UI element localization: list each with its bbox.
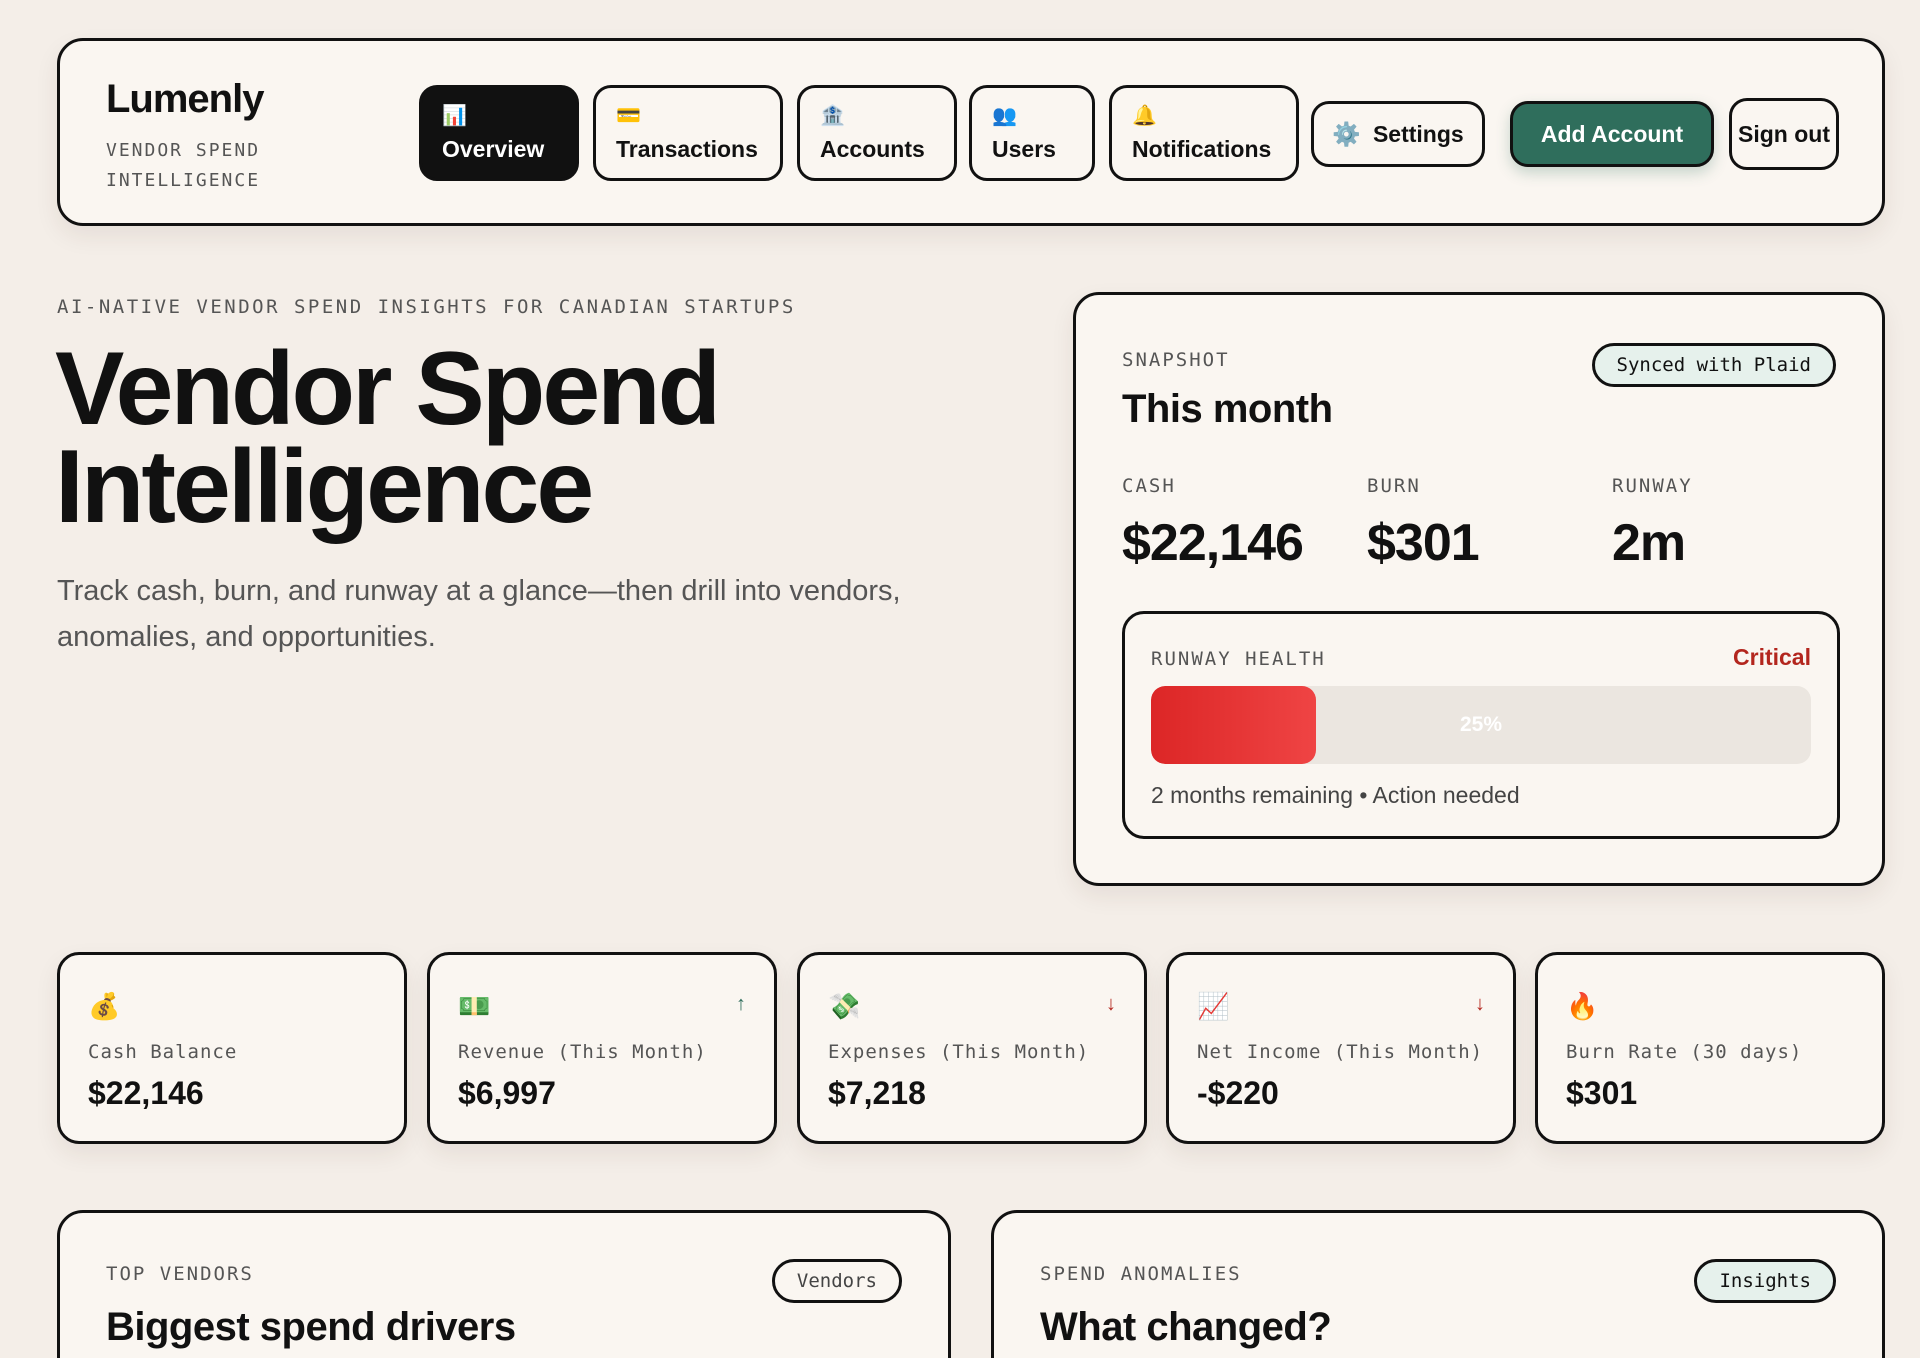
- brand-name: Lumenly: [106, 77, 264, 121]
- stat-card-expenses[interactable]: 💸 ↓ Expenses (This Month) $7,218: [797, 952, 1147, 1144]
- metric-value: $22,146: [1122, 514, 1304, 572]
- top-vendors-panel: TOP VENDORS Biggest spend drivers Vendor…: [57, 1210, 951, 1358]
- stat-label: Cash Balance: [88, 1041, 238, 1063]
- money-with-wings-icon: 💸: [828, 991, 861, 1021]
- metric-label: CASH: [1122, 475, 1176, 497]
- stat-label: Revenue (This Month): [458, 1041, 707, 1063]
- bank-icon: 🏦: [820, 104, 845, 127]
- metric-label: RUNWAY: [1612, 475, 1693, 497]
- money-bag-icon: 💰: [88, 991, 121, 1021]
- nav-accounts[interactable]: 🏦 Accounts: [797, 85, 957, 181]
- hero-eyebrow: AI-NATIVE VENDOR SPEND INSIGHTS FOR CANA…: [57, 296, 796, 318]
- panel-eyebrow: TOP VENDORS: [106, 1263, 254, 1285]
- top-nav-bar: Lumenly VENDOR SPEND INTELLIGENCE 📊 Over…: [57, 38, 1885, 226]
- stat-card-net-income[interactable]: 📈 ↓ Net Income (This Month) -$220: [1166, 952, 1516, 1144]
- runway-health-box: RUNWAY HEALTH Critical 25% 2 months rema…: [1122, 611, 1840, 839]
- stat-label: Net Income (This Month): [1197, 1041, 1484, 1063]
- nav-overview[interactable]: 📊 Overview: [419, 85, 579, 181]
- metric-value: $301: [1367, 514, 1480, 572]
- dollar-bill-icon: 💵: [458, 991, 491, 1021]
- runway-progress-percent: 25%: [1459, 713, 1503, 736]
- trend-down-icon: ↓: [1475, 993, 1485, 1015]
- stat-value: $6,997: [458, 1075, 556, 1111]
- stat-label: Expenses (This Month): [828, 1041, 1090, 1063]
- panel-eyebrow: SPEND ANOMALIES: [1040, 1263, 1242, 1285]
- add-account-button[interactable]: Add Account: [1510, 101, 1714, 167]
- insights-link-badge[interactable]: Insights: [1694, 1259, 1836, 1303]
- page-title-line-1: Vendor Spend: [55, 331, 721, 447]
- brand-tagline: VENDOR SPEND INTELLIGENCE: [106, 140, 261, 191]
- snapshot-card: SNAPSHOT This month Synced with Plaid CA…: [1073, 292, 1885, 886]
- nav-users[interactable]: 👥 Users: [969, 85, 1095, 181]
- hero-subtitle: Track cash, burn, and runway at a glance…: [57, 575, 901, 653]
- settings-label: Settings: [1372, 120, 1464, 147]
- users-icon: 👥: [992, 104, 1017, 127]
- nav-label: Users: [992, 135, 1056, 162]
- sync-status-badge: Synced with Plaid: [1591, 343, 1836, 387]
- gear-icon: ⚙️: [1332, 120, 1361, 147]
- spend-anomalies-panel: SPEND ANOMALIES What changed? Insights: [991, 1210, 1885, 1358]
- metric-label: BURN: [1367, 475, 1421, 497]
- sign-out-button[interactable]: Sign out: [1729, 98, 1839, 170]
- stat-label: Burn Rate (30 days): [1566, 1041, 1803, 1063]
- metric-value: 2m: [1612, 514, 1686, 572]
- snapshot-eyebrow: SNAPSHOT: [1122, 349, 1230, 371]
- metric-cash: CASH $22,146: [1122, 475, 1304, 573]
- panel-title: What changed?: [1040, 1305, 1332, 1349]
- bell-icon: 🔔: [1132, 104, 1157, 127]
- vendors-link-badge[interactable]: Vendors: [771, 1259, 902, 1303]
- fire-icon: 🔥: [1566, 991, 1599, 1021]
- stat-card-cash-balance[interactable]: 💰 Cash Balance $22,146: [57, 952, 407, 1144]
- stat-value: -$220: [1197, 1075, 1279, 1111]
- panel-title: Biggest spend drivers: [106, 1305, 516, 1349]
- runway-health-status: Critical: [1733, 644, 1811, 670]
- runway-health-note: 2 months remaining • Action needed: [1151, 782, 1520, 808]
- metric-runway: RUNWAY 2m: [1612, 475, 1693, 573]
- stat-value: $301: [1566, 1075, 1638, 1111]
- settings-button[interactable]: ⚙️ Settings: [1311, 101, 1485, 167]
- trend-down-icon: ↓: [1106, 993, 1116, 1015]
- nav-label: Transactions: [616, 135, 758, 162]
- trend-up-icon: ↑: [736, 993, 746, 1015]
- runway-progress-bar: 25%: [1151, 686, 1811, 764]
- metric-burn: BURN $301: [1367, 475, 1480, 573]
- page-title: Vendor Spend Intelligence: [55, 331, 721, 545]
- page-title-line-2: Intelligence: [55, 429, 594, 545]
- stat-card-burn-rate[interactable]: 🔥 Burn Rate (30 days) $301: [1535, 952, 1885, 1144]
- nav-label: Overview: [442, 135, 545, 162]
- nav-notifications[interactable]: 🔔 Notifications: [1109, 85, 1299, 181]
- stat-card-revenue[interactable]: 💵 ↑ Revenue (This Month) $6,997: [427, 952, 777, 1144]
- stat-value: $7,218: [828, 1075, 926, 1111]
- snapshot-title: This month: [1122, 387, 1333, 431]
- chart-increasing-icon: 📈: [1197, 991, 1230, 1021]
- brand[interactable]: Lumenly VENDOR SPEND INTELLIGENCE: [106, 77, 306, 196]
- bar-chart-icon: 📊: [442, 104, 467, 127]
- nav-label: Accounts: [820, 135, 925, 162]
- stat-value: $22,146: [88, 1075, 204, 1111]
- nav-transactions[interactable]: 💳 Transactions: [593, 85, 783, 181]
- nav-label: Notifications: [1132, 135, 1272, 162]
- runway-health-label: RUNWAY HEALTH: [1151, 648, 1326, 670]
- credit-card-icon: 💳: [616, 104, 641, 127]
